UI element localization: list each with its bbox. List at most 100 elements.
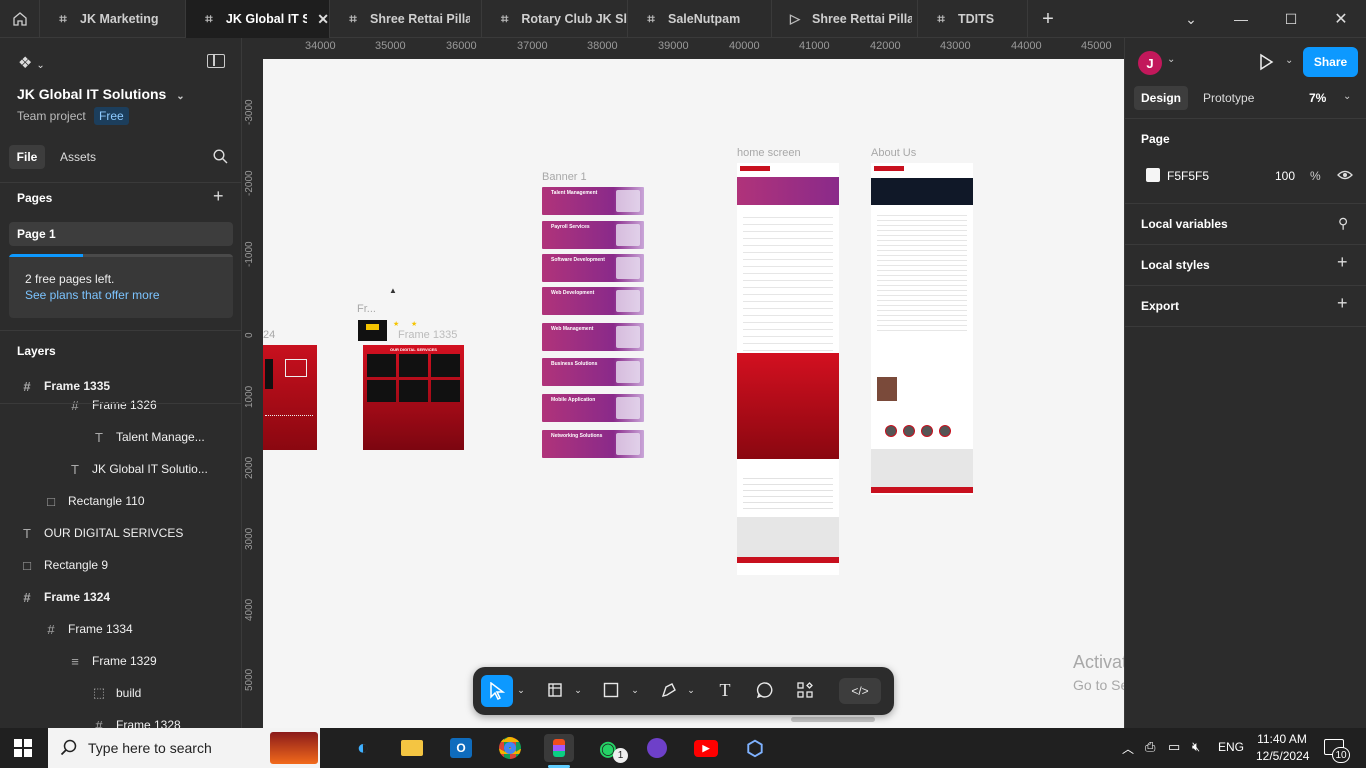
chevron-down-icon[interactable]: ⌄: [629, 667, 641, 713]
github-icon[interactable]: [642, 734, 672, 762]
chevron-down-icon[interactable]: ⌄: [1343, 91, 1351, 102]
comment-tool-button[interactable]: [751, 667, 779, 713]
windows-start-icon[interactable]: [14, 739, 32, 757]
tab-jk-global-it[interactable]: ⌗ JK Global IT So ✕: [186, 0, 330, 38]
close-tab-icon[interactable]: ✕: [317, 11, 329, 28]
tab-tdits[interactable]: ⌗ TDITS: [918, 0, 1028, 38]
present-button[interactable]: [1258, 53, 1274, 76]
search-icon[interactable]: [213, 149, 228, 169]
layer-row[interactable]: T Talent Manage...: [0, 421, 241, 453]
tab-file[interactable]: File: [9, 145, 45, 169]
tab-design[interactable]: Design: [1134, 86, 1188, 110]
variables-settings-icon[interactable]: ⚲: [1338, 215, 1348, 232]
rectangle-tool-button[interactable]: [597, 667, 625, 713]
export-label[interactable]: Export: [1141, 299, 1179, 313]
figma-taskbar-icon[interactable]: [544, 734, 574, 762]
frame-label[interactable]: Banner 1: [542, 171, 587, 183]
about-us-frame[interactable]: [871, 163, 973, 495]
language-indicator[interactable]: ENG: [1218, 740, 1244, 754]
tab-list-button[interactable]: ⌄: [1166, 0, 1216, 38]
new-tab-button[interactable]: +: [1023, 0, 1073, 38]
outlook-icon[interactable]: O: [446, 734, 476, 762]
dev-mode-toggle[interactable]: </>: [839, 678, 881, 704]
actions-button[interactable]: [791, 667, 819, 713]
clock-date[interactable]: 12/5/2024: [1256, 749, 1309, 763]
small-frame-preview[interactable]: [358, 320, 387, 341]
main-menu-button[interactable]: ❖ ⌄: [18, 53, 45, 73]
add-page-button[interactable]: +: [213, 186, 224, 207]
layer-row[interactable]: # Frame 1334: [0, 613, 241, 645]
page-color-swatch[interactable]: [1146, 168, 1160, 182]
text-tool-button[interactable]: T: [711, 667, 739, 713]
banner-mobile[interactable]: Mobile Application: [542, 394, 644, 422]
banner-web-dev[interactable]: Web Development: [542, 287, 644, 315]
pen-tool-button[interactable]: [655, 667, 683, 713]
chevron-down-icon[interactable]: ⌄: [1167, 54, 1175, 65]
taskbar-search-box[interactable]: Type here to search: [48, 728, 320, 768]
local-variables-label[interactable]: Local variables: [1141, 217, 1228, 231]
network-icon[interactable]: ▭: [1168, 739, 1180, 755]
meet-now-icon[interactable]: ⎙: [1145, 739, 1155, 755]
add-export-button[interactable]: +: [1337, 293, 1348, 314]
home-screen-frame[interactable]: [737, 163, 839, 575]
layer-row[interactable]: # Frame 1324: [0, 581, 241, 613]
volume-muted-icon[interactable]: 🔇︎: [1192, 739, 1200, 755]
frame-1324-preview[interactable]: [263, 345, 317, 450]
frame-1335-preview[interactable]: OUR DIGITAL SERVICES: [363, 345, 464, 450]
youtube-icon[interactable]: ▶: [691, 734, 721, 762]
layer-row[interactable]: T JK Global IT Solutio...: [0, 453, 241, 485]
show-hidden-icons-icon[interactable]: ︿: [1122, 740, 1134, 757]
visibility-eye-icon[interactable]: [1337, 168, 1353, 187]
chevron-down-icon[interactable]: ⌄: [572, 667, 584, 713]
banner-software[interactable]: Software Development: [542, 254, 644, 282]
horizontal-scrollbar[interactable]: [791, 717, 875, 722]
tab-rotary-club[interactable]: ⌗ Rotary Club JK Slr: [482, 0, 628, 38]
layer-row[interactable]: T OUR DIGITAL SERIVCES: [0, 517, 241, 549]
frame-label[interactable]: Fr...: [357, 303, 376, 315]
tab-prototype[interactable]: Prototype: [1203, 91, 1254, 105]
tab-assets[interactable]: Assets: [60, 150, 96, 164]
move-tool-button[interactable]: [481, 675, 513, 707]
copilot-icon[interactable]: ⬡: [740, 734, 770, 762]
sidebar-toggle-icon[interactable]: [207, 54, 225, 68]
tab-jk-marketing[interactable]: ⌗ JK Marketing: [40, 0, 186, 38]
layer-row[interactable]: □ Rectangle 110: [0, 485, 241, 517]
layer-row[interactable]: # Frame 1328: [0, 709, 241, 729]
banner-talent-management[interactable]: Talent Management: [542, 187, 644, 215]
layer-row[interactable]: ⬚ build: [0, 677, 241, 709]
layer-row[interactable]: □ Rectangle 9: [0, 549, 241, 581]
frame-label[interactable]: Frame 1335: [398, 329, 457, 341]
local-styles-label[interactable]: Local styles: [1141, 258, 1210, 272]
close-window-button[interactable]: ✕: [1316, 0, 1366, 38]
clock-time[interactable]: 11:40 AM: [1256, 732, 1308, 746]
chevron-down-icon[interactable]: ⌄: [515, 667, 527, 713]
page-color-hex[interactable]: F5F5F5: [1167, 169, 1209, 183]
banner-payroll[interactable]: Payroll Services: [542, 221, 644, 249]
home-tab[interactable]: [0, 0, 40, 38]
banner-networking[interactable]: Networking Solutions: [542, 430, 644, 458]
frame-tool-button[interactable]: [541, 667, 569, 713]
tab-salenutpam[interactable]: ⌗ SaleNutpam: [628, 0, 772, 38]
maximize-button[interactable]: ☐: [1266, 0, 1316, 38]
banner-web-management[interactable]: Web Management: [542, 323, 644, 351]
page-opacity-value[interactable]: 100: [1275, 169, 1295, 183]
frame-label[interactable]: 24: [263, 329, 275, 341]
tab-shree-rettai[interactable]: ⌗ Shree Rettai Pillaiy: [330, 0, 482, 38]
chevron-down-icon[interactable]: ⌄: [1285, 55, 1293, 66]
layer-row[interactable]: ≡ Frame 1329: [0, 645, 241, 677]
tab-shree-rettai-prototype[interactable]: ▷ Shree Rettai Pillaiy: [772, 0, 918, 38]
chevron-down-icon[interactable]: ⌄: [685, 667, 697, 713]
layer-row[interactable]: # Frame 1326: [0, 389, 241, 421]
avatar[interactable]: J: [1138, 51, 1162, 75]
zoom-level[interactable]: 7%: [1309, 91, 1326, 105]
banner-business[interactable]: Business Solutions: [542, 358, 644, 386]
add-style-button[interactable]: +: [1337, 252, 1348, 273]
see-plans-link[interactable]: See plans that offer more: [25, 288, 160, 302]
page-item-page-1[interactable]: Page 1: [9, 222, 233, 246]
minimize-button[interactable]: —: [1216, 0, 1266, 38]
file-name[interactable]: JK Global IT Solutions ⌄: [17, 86, 185, 102]
frame-label[interactable]: About Us: [871, 147, 916, 159]
edge-icon[interactable]: ◐: [348, 734, 378, 762]
chrome-icon[interactable]: [495, 734, 525, 762]
design-canvas[interactable]: 24 Fr... ▲ ★ ★ Frame 1335 OUR DIGITAL SE…: [263, 59, 1124, 728]
